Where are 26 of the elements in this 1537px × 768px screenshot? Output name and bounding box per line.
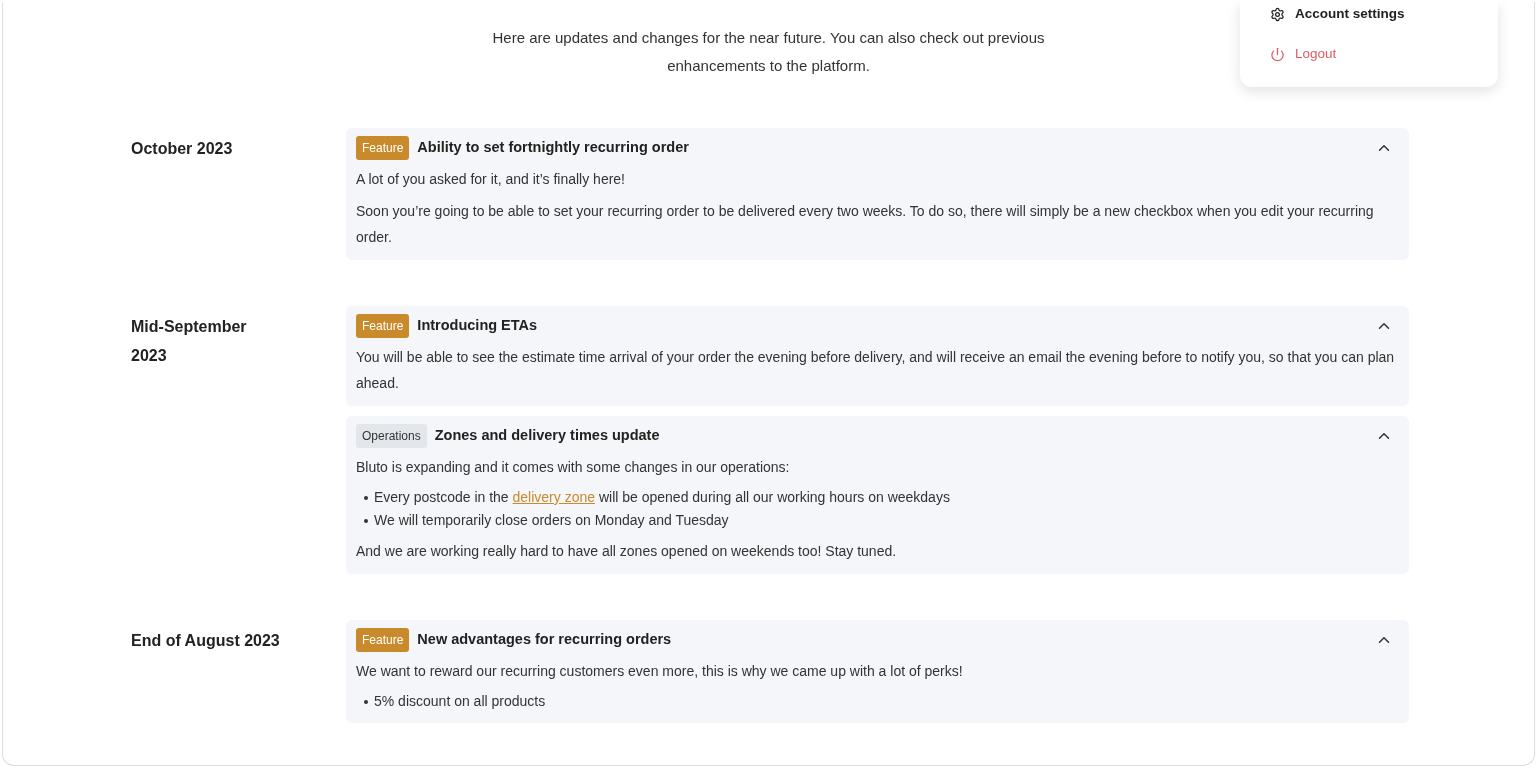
intro-text: Here are updates and changes for the near future. You can also check out previous enhancements to the platform. <box>491 28 1046 76</box>
logout-button[interactable]: Logout <box>1270 44 1468 65</box>
category-tag: Feature <box>356 628 410 652</box>
account-settings-button[interactable]: Account settings <box>1270 4 1468 25</box>
timeline-date: October 2023 <box>131 139 234 159</box>
entry-text: We want to reward our recurring customers even more, this is why we came up with a lot of perks! <box>356 662 964 681</box>
category-tag: Feature <box>356 314 410 338</box>
entry-text: A lot of you asked for it, and it’s finally here! <box>356 170 626 189</box>
category-tag: Operations <box>356 424 427 448</box>
power-icon <box>1270 46 1285 62</box>
timeline-date: End of August 2023 <box>131 631 281 651</box>
bullet-item: We will temporarily close orders on Monday and Tuesday <box>364 509 1399 532</box>
entry-title: New advantages for recurring orders <box>417 630 672 650</box>
category-tag: Feature <box>356 136 410 160</box>
entry-title: Zones and delivery times update <box>434 426 660 446</box>
delivery-zone-link[interactable]: delivery zone <box>512 489 596 505</box>
entry-title: Introducing ETAs <box>417 316 538 336</box>
settings-icon <box>1270 6 1285 22</box>
bullet-item: 5% discount on all products <box>364 690 1399 713</box>
bullet-item: Every postcode in the delivery zone will be opened during all our working hours on weekdays <box>364 486 1399 509</box>
timeline-date: Mid-September 2023 <box>131 317 248 366</box>
entry-text: Bluto is expanding and it comes with some changes in our operations: <box>356 458 791 477</box>
entry-title: Ability to set fortnightly recurring order <box>417 138 689 158</box>
entry-text: You will be able to see the estimate time arrival of your order the evening before delivery, and will receive an email the evening before to notify you, so that you can plan ahead. <box>356 348 1396 393</box>
entry-text: And we are working really hard to have all zones opened on weekends too! Stay tuned. <box>356 542 898 561</box>
entry-text: Soon you’re going to be able to set your recurring order to be delivered every two weeks. To do so, there will simply be a new checkbox when you edit your recurring order. <box>356 202 1375 247</box>
